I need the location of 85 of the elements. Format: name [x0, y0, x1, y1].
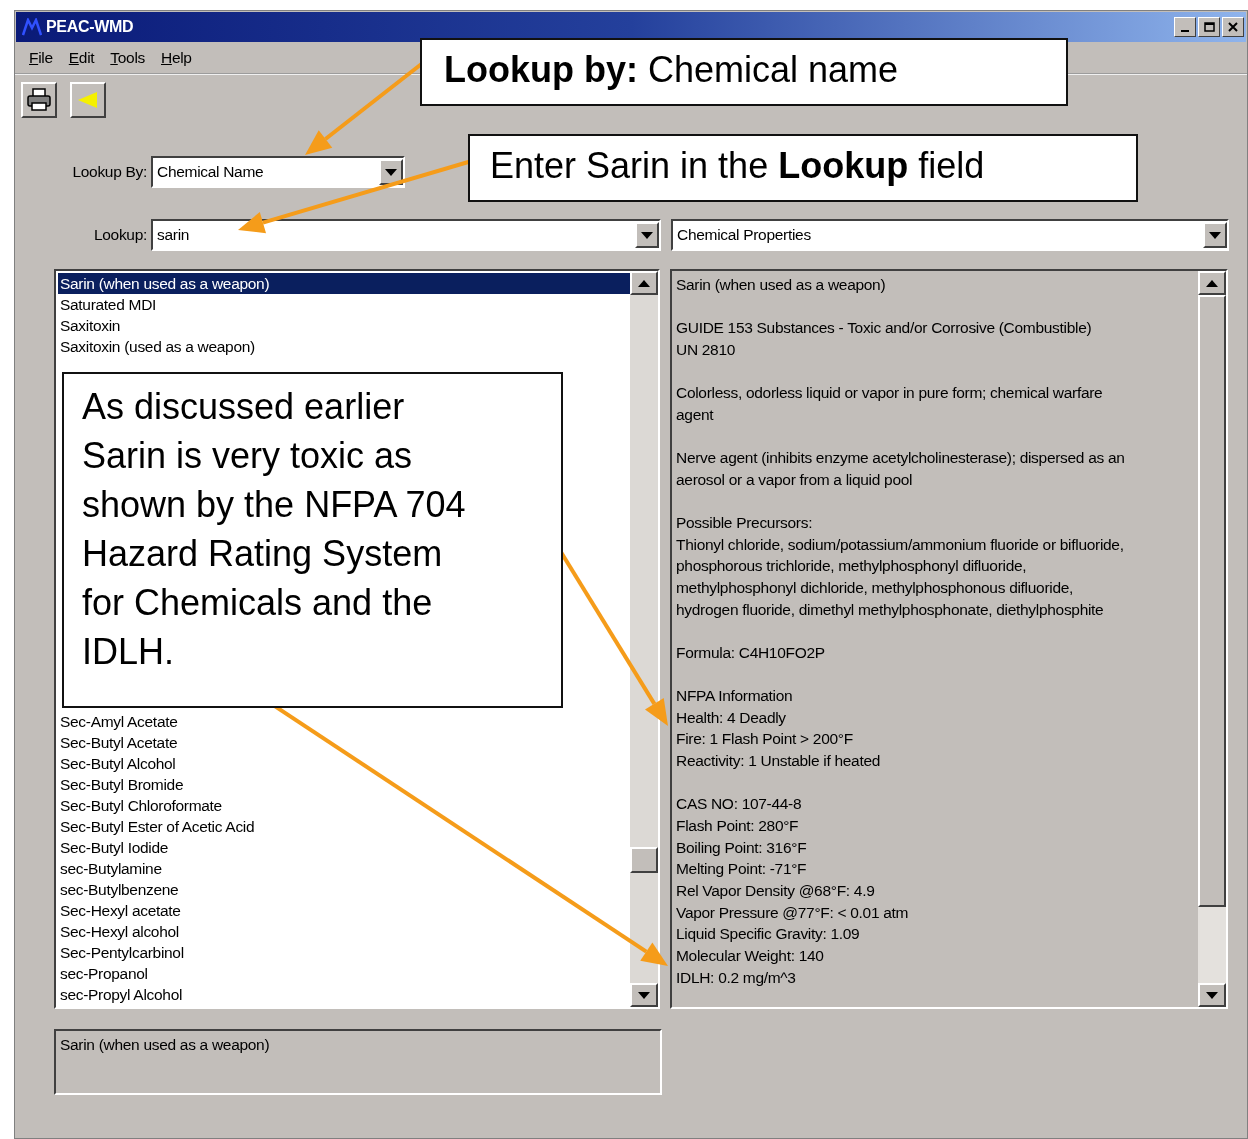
print-button[interactable]	[21, 82, 57, 118]
detail-line: CAS NO: 107-44-8	[676, 794, 803, 815]
detail-line: agent	[676, 404, 715, 425]
scroll-up-button[interactable]	[630, 271, 658, 295]
detail-line: methylphosphonyl dichloride, methylphosphonous difluoride,	[676, 577, 1075, 598]
callout-text: Enter Sarin in the Lookup field	[468, 134, 1138, 202]
detail-line: Colorless, odorless liquid or vapor in pure form; chemical warfare	[676, 383, 1104, 404]
scroll-down-button[interactable]	[1198, 983, 1226, 1007]
minimize-button[interactable]	[1174, 17, 1196, 37]
back-button[interactable]	[70, 82, 106, 118]
view-select[interactable]: Chemical Properties	[671, 219, 1229, 251]
list-item[interactable]: Sec-Butyl Acetate	[58, 732, 630, 753]
detail-line: Possible Precursors:	[676, 513, 814, 534]
list-item[interactable]: Sec-Hexyl acetate	[58, 900, 630, 921]
caret-up-icon	[638, 279, 650, 287]
lookup-field[interactable]: sarin	[151, 219, 661, 251]
dropdown-button[interactable]	[635, 222, 659, 248]
detail-line: Melting Point: -71°F	[676, 859, 808, 880]
detail-line: Thionyl chloride, sodium/potassium/ammonium fluoride or bifluoride,	[676, 534, 1125, 555]
list-item[interactable]: sec-Propanol	[58, 963, 630, 984]
status-box: Sarin (when used as a weapon)	[54, 1029, 662, 1095]
callout-text: Lookup by: Chemical name	[420, 38, 1068, 106]
field-label: Lookup:	[92, 225, 148, 246]
detail-line: Fire: 1 Flash Point > 200°F	[676, 729, 854, 750]
detail-line: Nerve agent (inhibits enzyme acetylcholinesterase); dispersed as an	[676, 448, 1126, 469]
list-item[interactable]: Sec-Butyl Iodide	[58, 837, 630, 858]
list-item[interactable]: Sec-Butyl Chloroformate	[58, 795, 630, 816]
list-item[interactable]: Sec-Butyl Ester of Acetic Acid	[58, 816, 630, 837]
list-item[interactable]: sec-Propyl Alcohol	[58, 984, 630, 1005]
detail-line: hydrogen fluoride, dimethyl methylphosphonate, diethylphosphite	[676, 599, 1105, 620]
detail-line: NFPA Information	[676, 686, 794, 707]
window-title: PEAC-WMD	[46, 17, 134, 37]
scroll-up-button[interactable]	[1198, 271, 1226, 295]
detail-line: Reactivity: 1 Unstable if heated	[676, 751, 882, 772]
menu-item[interactable]: File	[25, 46, 57, 70]
detail-line: Health: 4 Deadly	[676, 707, 787, 728]
detail-line: Flash Point: 280°F	[676, 816, 800, 836]
lookup-by-select[interactable]: Chemical Name	[151, 156, 405, 188]
app-logo-icon	[22, 18, 42, 36]
scroll-down-button[interactable]	[630, 983, 658, 1007]
caret-down-icon	[638, 991, 650, 999]
detail-line: phosphorous trichloride, methylphosphonyl difluoride,	[676, 556, 1028, 577]
menu-item[interactable]: Edit	[64, 46, 99, 70]
caret-down-icon	[385, 168, 397, 176]
close-icon	[1228, 22, 1238, 32]
caret-up-icon	[1206, 279, 1218, 287]
dropdown-button[interactable]	[1203, 222, 1227, 248]
list-item[interactable]: Saturated MDI	[58, 294, 630, 315]
list-item[interactable]: Sec-Pentylcarbinol	[58, 942, 630, 963]
close-button[interactable]	[1222, 17, 1244, 37]
caret-down-icon	[1209, 231, 1221, 239]
caret-down-icon	[641, 231, 653, 239]
dropdown-button[interactable]	[379, 159, 403, 185]
detail-line: aerosol or a vapor from a liquid pool	[676, 469, 914, 490]
menu-item[interactable]: Tools	[106, 46, 149, 70]
list-item[interactable]: Sec-Butyl Alcohol	[58, 753, 630, 774]
detail-line: Formula: C4H10FO2P	[676, 642, 826, 663]
minimize-icon	[1181, 30, 1189, 32]
list-item[interactable]: Sec-Amyl Acetate	[58, 711, 630, 732]
detail-line: Sarin (when used as a weapon)	[676, 275, 887, 295]
menu-item[interactable]: Help	[157, 46, 196, 70]
maximize-icon	[1203, 22, 1215, 32]
list-item[interactable]: Sec-Butyl Bromide	[58, 774, 630, 795]
detail-line: GUIDE 153 Substances - Toxic and/or Corrosive (Combustible)	[676, 318, 1093, 339]
detail-line: UN 2810	[676, 339, 737, 360]
list-item[interactable]: Saxitoxin	[58, 315, 630, 336]
detail-line: Liquid Specific Gravity: 1.09	[676, 924, 861, 945]
field-label: Lookup By:	[71, 162, 148, 183]
list-item[interactable]: Saxitoxin (used as a weapon)	[58, 336, 630, 357]
list-item[interactable]: Sec-Hexyl alcohol	[58, 921, 630, 942]
callout-text: As discussed earlier Sarin is very toxic as shown by the NFPA 704 Hazard Rating System for Chemicals and the IDLH.	[62, 372, 563, 708]
detail-line: Rel Vapor Density @68°F: 4.9	[676, 880, 876, 901]
list-item[interactable]: sec-Butylbenzene	[58, 879, 630, 900]
left-triangle-icon	[77, 91, 99, 109]
list-item[interactable]: sec-Butylamine	[58, 858, 630, 879]
maximize-button[interactable]	[1198, 17, 1220, 37]
detail-line: IDLH: 0.2 mg/m^3	[676, 967, 797, 988]
scrollbar-thumb[interactable]	[1198, 295, 1226, 907]
caret-down-icon	[1206, 991, 1218, 999]
detail-line: Molecular Weight: 140	[676, 945, 825, 966]
printer-icon	[26, 88, 52, 112]
list-item[interactable]: Sarin (when used as a weapon)	[58, 273, 630, 294]
detail-line: Vapor Pressure @77°F: < 0.01 atm	[676, 902, 910, 923]
scrollbar-thumb[interactable]	[630, 847, 658, 873]
detail-line: Boiling Point: 316°F	[676, 837, 808, 858]
